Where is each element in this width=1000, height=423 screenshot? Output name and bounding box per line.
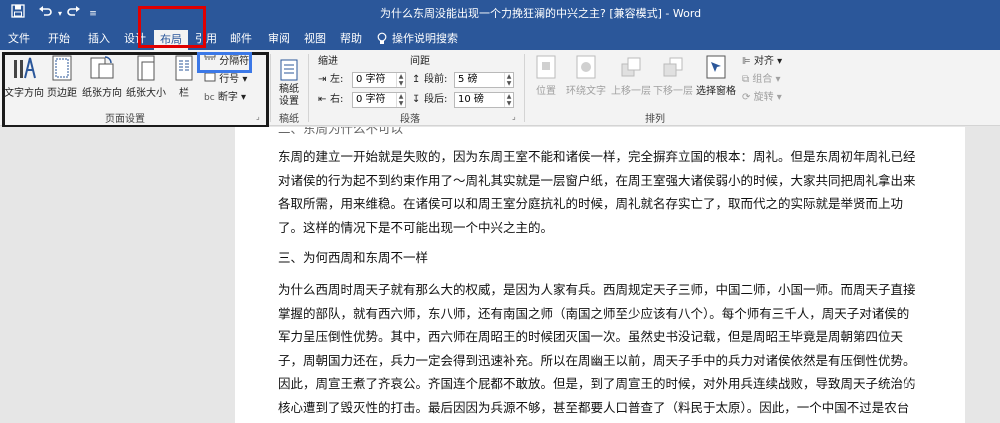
group-icon: ⧉	[742, 74, 750, 85]
breaks-button[interactable]: 分隔符	[204, 53, 249, 70]
orientation-icon	[90, 56, 114, 79]
document-area[interactable]: 二、东周为什么不可以 东周的建立一开始就是失败的，因为东周王室不能和诸侯一样，完…	[0, 127, 1000, 423]
tab-mailings[interactable]: 邮件	[226, 28, 256, 50]
spinner-arrows[interactable]: ▲ ▼	[504, 73, 513, 87]
selection-pane-button[interactable]: 选择窗格	[694, 54, 738, 97]
indent-right-icon: ⇤	[318, 94, 327, 105]
wrap-text-button[interactable]: 环绕文字	[564, 54, 608, 97]
indent-right-input[interactable]: 0 字符 ▲ ▼	[352, 92, 406, 108]
customize-quick-access-icon[interactable]: ≡	[88, 4, 98, 24]
hyphenation-button[interactable]: bc 断字 ▾	[204, 90, 246, 106]
position-icon	[536, 55, 556, 79]
spinner-arrows[interactable]: ▲ ▼	[396, 73, 405, 87]
bring-forward-icon	[621, 57, 641, 77]
align-button[interactable]: ⊫ 对齐 ▾	[742, 54, 782, 70]
tell-me-search[interactable]: 操作说明搜索	[392, 28, 462, 50]
spacing-before-icon: ↥	[412, 74, 421, 85]
bring-forward-button[interactable]: 上移一层	[610, 54, 652, 97]
position-button[interactable]: 位置	[530, 54, 562, 97]
columns-icon	[175, 55, 193, 81]
paragraph-1: 东周的建立一开始就是失败的，因为东周王室不能和诸侯一样，完全摒弃立国的根本：周礼…	[278, 149, 916, 235]
undo-icon[interactable]	[34, 4, 56, 24]
line-numbers-button[interactable]: 行号 ▾	[204, 72, 247, 88]
section-heading-3: 三、为何西周和东周不一样	[278, 250, 429, 265]
document-page[interactable]: 二、东周为什么不可以 东周的建立一开始就是失败的，因为东周王室不能和诸侯一样，完…	[235, 127, 965, 423]
section-heading-2: 二、东周为什么不可以	[278, 127, 404, 136]
paragraph-group-label: 段落	[400, 114, 420, 125]
draft-settings-button[interactable]: 稿纸设置	[274, 58, 304, 108]
separator	[308, 54, 309, 122]
spacing-after-input[interactable]: 10 磅 ▲ ▼	[454, 92, 514, 108]
spacing-before-label: 段前:	[424, 74, 448, 85]
spacing-title: 间距	[410, 56, 430, 67]
indent-left-input[interactable]: 0 字符 ▲ ▼	[352, 72, 406, 88]
tab-review[interactable]: 审阅	[264, 28, 294, 50]
paper-size-icon	[137, 55, 155, 81]
line-numbers-icon	[204, 72, 216, 82]
text-direction-icon	[14, 57, 36, 79]
indent-title: 缩进	[318, 56, 338, 67]
ribbon: 文字方向 页边距 纸张方向 纸张大小 栏 分隔符 行号 ▾ bc 断字 ▾ 页面…	[0, 50, 1000, 126]
watermark-logo: 经验	[900, 377, 957, 410]
tab-design[interactable]: 设计	[120, 28, 150, 50]
spinner-arrows[interactable]: ▲ ▼	[396, 93, 405, 107]
document-title: 为什么东周没能出现一个力挽狂澜的中兴之主? [兼容模式] - Word	[380, 7, 702, 20]
spinner-arrows[interactable]: ▲ ▼	[504, 93, 513, 107]
lightbulb-icon	[374, 28, 390, 50]
indent-left-label: 左:	[330, 74, 344, 85]
margins-button[interactable]: 页边距	[44, 54, 80, 99]
hyphenation-icon: bc	[204, 93, 215, 103]
save-icon[interactable]	[8, 4, 28, 24]
spacing-after-icon: ↧	[412, 94, 421, 105]
text-direction-button[interactable]: 文字方向	[4, 54, 44, 99]
group-button[interactable]: ⧉ 组合 ▾	[742, 72, 781, 88]
tab-references[interactable]: 引用	[192, 28, 220, 50]
tab-help[interactable]: 帮助	[336, 28, 366, 50]
size-button[interactable]: 纸张大小	[124, 54, 168, 99]
undo-dropdown-icon[interactable]: ▾	[56, 4, 64, 24]
breaks-icon	[204, 53, 216, 60]
tab-insert[interactable]: 插入	[84, 28, 114, 50]
redo-icon[interactable]	[64, 4, 84, 24]
wrap-text-icon	[576, 55, 596, 79]
ribbon-tabs: 文件 开始 插入 设计 布局 引用 邮件 审阅 视图 帮助 操作说明搜索	[0, 28, 1000, 50]
orientation-button[interactable]: 纸张方向	[82, 54, 122, 99]
margins-icon	[52, 55, 72, 81]
draft-paper-icon	[280, 59, 298, 81]
indent-left-icon: ⇥	[318, 74, 327, 85]
paragraph-dialog-launcher-icon[interactable]: ⌟	[512, 112, 516, 121]
indent-right-label: 右:	[330, 94, 344, 105]
columns-button[interactable]: 栏	[170, 54, 198, 99]
draft-group-label: 稿纸	[279, 114, 299, 125]
tab-home[interactable]: 开始	[44, 28, 74, 50]
tab-file[interactable]: 文件	[4, 28, 34, 50]
rotate-button[interactable]: ⟳ 旋转 ▾	[742, 90, 782, 106]
tab-view[interactable]: 视图	[300, 28, 330, 50]
paragraph-2: 为什么西周时周天子就有那么大的权威，是因为人家有兵。西周规定天子三师，中国二师，…	[278, 282, 916, 415]
rotate-icon: ⟳	[742, 92, 751, 103]
separator	[270, 54, 271, 122]
page-setup-group-label: 页面设置	[105, 114, 145, 125]
page-setup-dialog-launcher-icon[interactable]: ⌟	[256, 112, 260, 121]
separator	[524, 54, 525, 122]
send-backward-icon	[663, 57, 683, 77]
spacing-before-input[interactable]: 5 磅 ▲ ▼	[454, 72, 514, 88]
arrange-group-label: 排列	[645, 114, 665, 125]
send-backward-button[interactable]: 下移一层	[652, 54, 694, 97]
selection-pane-icon	[706, 55, 726, 79]
spacing-after-label: 段后:	[424, 94, 448, 105]
title-bar: ▾ ≡ 为什么东周没能出现一个力挽狂澜的中兴之主? [兼容模式] - Word	[0, 0, 1000, 28]
tab-layout[interactable]: 布局	[154, 30, 188, 50]
align-icon: ⊫	[742, 56, 751, 67]
